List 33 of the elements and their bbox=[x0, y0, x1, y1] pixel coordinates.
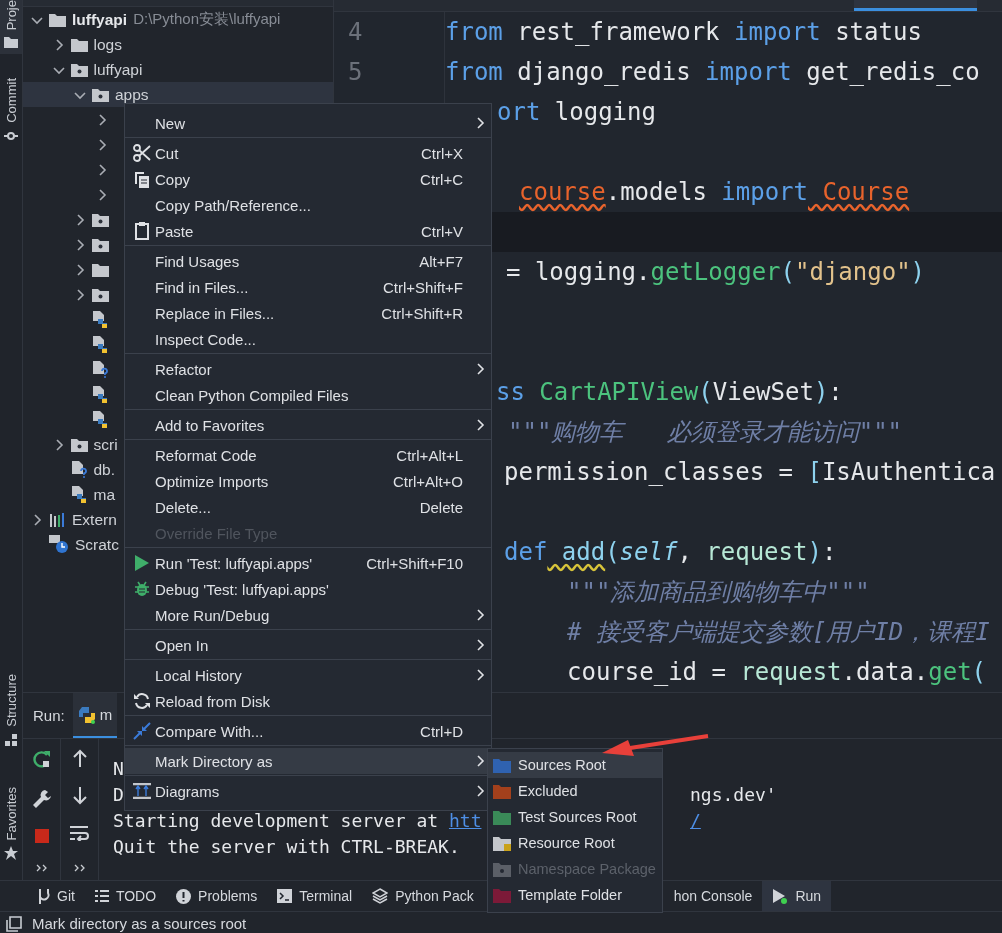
console-line: N bbox=[113, 757, 124, 779]
status-text: Mark directory as a sources root bbox=[32, 915, 247, 932]
keyboard-shortcut: Ctrl+Alt+O bbox=[392, 472, 463, 490]
code-line: ort logging bbox=[497, 98, 656, 126]
keyboard-shortcut: Ctrl+V bbox=[420, 222, 463, 240]
panel-title: Run: bbox=[32, 707, 66, 724]
keyboard-shortcut: Alt+F7 bbox=[419, 252, 463, 270]
keyboard-shortcut: Delete bbox=[419, 498, 463, 516]
keyboard-shortcut: Ctrl+Shift+F bbox=[382, 278, 463, 296]
code-line: # 接受客户端提交参数[用户ID，课程I bbox=[567, 617, 990, 648]
code-line: course_id = request.data.get( bbox=[567, 658, 987, 686]
code-line: course.models import Course bbox=[519, 178, 910, 206]
code-line: permission_classes = [IsAuthentica bbox=[504, 458, 996, 486]
keyboard-shortcut: Ctrl+C bbox=[420, 170, 463, 188]
code-line: from django_redis import get_redis_co bbox=[445, 58, 980, 86]
console-line: ngs.dev' bbox=[690, 783, 777, 805]
code-line: def add(self, request): bbox=[504, 538, 837, 566]
code-line: ss CartAPIView(ViewSet): bbox=[496, 378, 843, 406]
keyboard-shortcut: Ctrl+Shift+F10 bbox=[366, 554, 463, 572]
code-line: = logging.getLogger("django") bbox=[506, 258, 926, 286]
path-hint: D:\Python安装\luffyapi bbox=[133, 10, 281, 29]
line-number: 5 bbox=[334, 52, 445, 92]
keyboard-shortcut: Ctrl+X bbox=[420, 144, 463, 162]
console-line: Quit the server with CTRL-BREAK. bbox=[113, 835, 460, 857]
code-line: """添加商品到购物车中""" bbox=[567, 577, 870, 608]
code-line: """购物车 必须登录才能访问""" bbox=[508, 417, 903, 448]
keyboard-shortcut: Ctrl+D bbox=[420, 722, 463, 740]
keyboard-shortcut: Ctrl+Shift+R bbox=[381, 304, 463, 322]
console-line: Starting development server at htt bbox=[113, 809, 482, 831]
console-line: D bbox=[113, 783, 124, 805]
keyboard-shortcut: Ctrl+Alt+L bbox=[396, 446, 463, 464]
line-number: 4 bbox=[334, 12, 445, 52]
code-line: from rest_framework import status bbox=[445, 18, 922, 46]
